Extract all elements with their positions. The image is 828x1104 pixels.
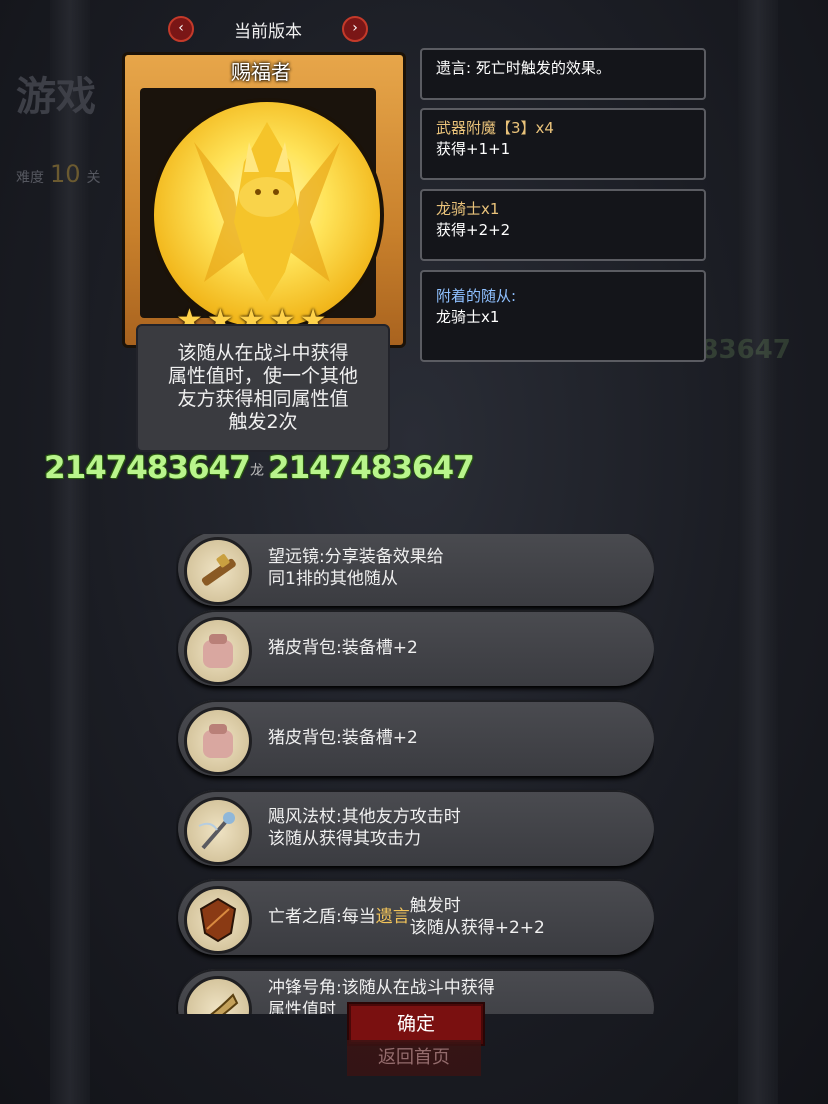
tooltip-deathrattle: 遗言: 死亡时触发的效果。 — [420, 48, 706, 100]
tooltip-attached-minion: 附着的随从: 龙骑士x1 — [420, 270, 706, 362]
background-difficulty: 难度 10 关 — [16, 160, 101, 188]
health-value: 2147483647 — [268, 450, 475, 486]
equipment-list[interactable]: 望远镜:分享装备效果给 同1排的其他随从 猪皮背包:装备槽+2 猪皮背包:装备槽… — [176, 534, 654, 1014]
war-horn-icon — [184, 976, 252, 1014]
equipment-item[interactable]: 猪皮背包:装备槽+2 — [178, 610, 654, 686]
version-label: 当前版本 — [234, 21, 302, 42]
tribe-label: 龙 — [250, 463, 264, 479]
minion-card: 赐福者 ★ ★ ★ ★ ★ 该随从在战斗中获得 属性值时，使一个其他 友方获得相同属性值… — [122, 52, 406, 462]
golden-dragon-icon — [194, 122, 340, 302]
return-home-button[interactable]: 返回首页 — [347, 1040, 481, 1076]
chevron-left-icon[interactable]: ‹ — [168, 16, 194, 42]
equipment-item[interactable]: 望远镜:分享装备效果给 同1排的其他随从 — [178, 534, 654, 606]
tooltip-weapon-enchant: 武器附魔【3】x4 获得+1+1 — [420, 108, 706, 180]
card-description-box: 该随从在战斗中获得 属性值时，使一个其他 友方获得相同属性值 触发2次 — [136, 324, 390, 452]
golden-dragon-portrait — [150, 98, 384, 332]
equipment-item[interactable]: 猪皮背包:装备槽+2 — [178, 700, 654, 776]
version-bar: ‹ 当前版本 › — [168, 14, 368, 44]
equipment-item[interactable]: 亡者之盾:每当 遗言 触发时 该随从获得+2+2 — [178, 879, 654, 955]
background-title: 游戏 — [16, 74, 96, 120]
chevron-right-icon[interactable]: › — [342, 16, 368, 42]
background-pillar-right — [738, 0, 778, 1104]
telescope-icon — [184, 537, 252, 605]
attack-value: 2147483647 — [44, 450, 251, 486]
shield-icon — [184, 886, 252, 954]
tooltip-dragon-knight: 龙骑士x1 获得+2+2 — [420, 189, 706, 261]
gale-staff-icon — [184, 797, 252, 865]
card-description: 该随从在战斗中获得 属性值时，使一个其他 友方获得相同属性值 触发2次 — [167, 342, 358, 433]
pigskin-backpack-icon — [184, 707, 252, 775]
card-stats: 2147483647 龙 2147483647 — [44, 450, 484, 486]
card-name: 赐福者 — [231, 60, 291, 84]
equipment-item[interactable]: 飓风法杖:其他友方攻击时 该随从获得其攻击力 — [178, 790, 654, 866]
pigskin-backpack-icon — [184, 617, 252, 685]
